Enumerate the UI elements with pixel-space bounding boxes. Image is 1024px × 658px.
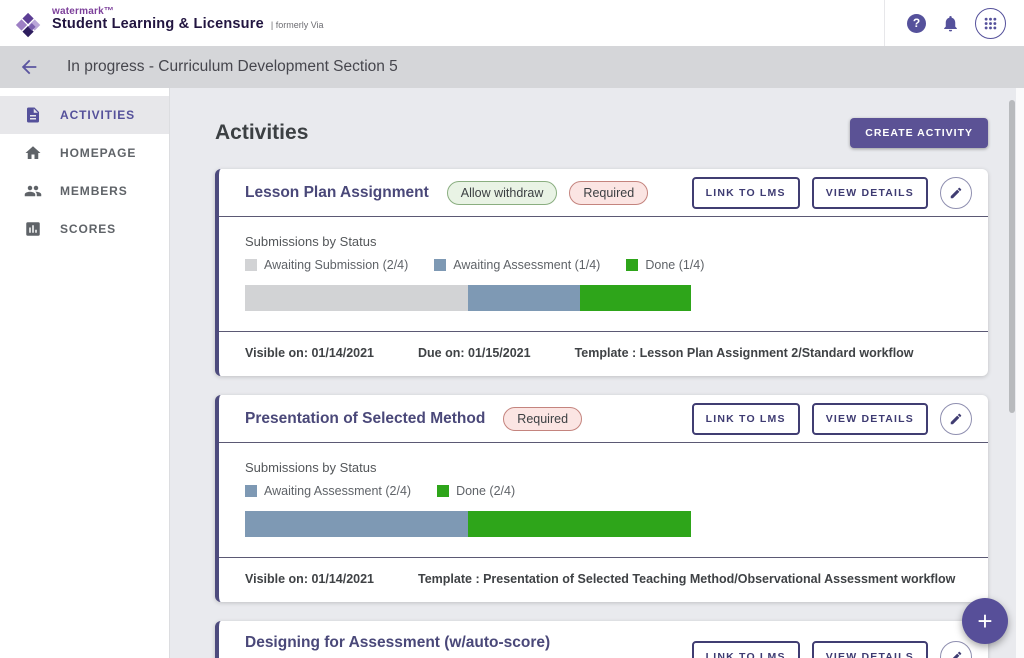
brand-product-title: Student Learning & Licensure: [52, 17, 264, 33]
scrollbar-track: [1016, 88, 1024, 658]
template-info: Template : Lesson Plan Assignment 2/Stan…: [575, 346, 914, 360]
sidebar-item-label: ACTIVITIES: [60, 108, 135, 122]
submissions-status-label: Submissions by Status: [245, 460, 962, 475]
card-footer: Visible on: 01/14/2021 Template : Presen…: [219, 558, 988, 602]
legend-item: Awaiting Assessment (2/4): [245, 484, 411, 498]
activity-card-presentation: Presentation of Selected Method Required…: [215, 395, 988, 602]
brand: watermark™ Student Learning & Licensure …: [0, 6, 324, 40]
activity-card-designing-assessment: Designing for Assessment (w/auto-score) …: [215, 621, 988, 658]
app-header: watermark™ Student Learning & Licensure …: [0, 0, 1024, 46]
legend-item: Awaiting Assessment (1/4): [434, 258, 600, 272]
pencil-icon: [949, 650, 963, 658]
brand-formerly-label: | formerly Via: [271, 21, 324, 31]
view-details-button[interactable]: VIEW DETAILS: [812, 641, 928, 658]
home-icon: [24, 144, 42, 162]
status-legend: Awaiting Submission (2/4) Awaiting Asses…: [245, 258, 962, 272]
brand-text: watermark™ Student Learning & Licensure …: [52, 6, 324, 33]
bar-segment-done: [580, 285, 692, 311]
bar-segment-awaiting-submission: [245, 285, 468, 311]
card-body: Submissions by Status Awaiting Assessmen…: [219, 443, 988, 558]
activities-icon: [24, 106, 42, 124]
activity-title: Lesson Plan Assignment: [245, 184, 429, 202]
scores-icon: [24, 220, 42, 238]
card-header: Designing for Assessment (w/auto-score) …: [219, 621, 988, 658]
edit-activity-button[interactable]: [940, 641, 972, 658]
pencil-icon: [949, 412, 963, 426]
sidebar-item-homepage[interactable]: HOMEPAGE: [0, 134, 169, 172]
link-to-lms-button[interactable]: LINK TO LMS: [692, 403, 800, 435]
sidebar-item-members[interactable]: MEMBERS: [0, 172, 169, 210]
breadcrumb-title: In progress - Curriculum Development Sec…: [67, 58, 398, 76]
legend-label: Done (2/4): [456, 484, 515, 498]
sidebar-item-label: HOMEPAGE: [60, 146, 136, 160]
legend-item: Done (2/4): [437, 484, 515, 498]
card-footer: Visible on: 01/14/2021 Due on: 01/15/202…: [219, 332, 988, 376]
main-content: Activities CREATE ACTIVITY Lesson Plan A…: [170, 88, 1024, 658]
view-details-button[interactable]: VIEW DETAILS: [812, 403, 928, 435]
submissions-progress-bar: [245, 285, 691, 311]
submissions-progress-bar: [245, 511, 691, 537]
legend-swatch: [434, 259, 446, 271]
legend-swatch: [245, 485, 257, 497]
legend-item: Awaiting Submission (2/4): [245, 258, 408, 272]
help-icon[interactable]: ?: [907, 14, 926, 33]
bar-segment-done: [468, 511, 691, 537]
legend-swatch: [245, 259, 257, 271]
status-legend: Awaiting Assessment (2/4) Done (2/4): [245, 484, 962, 498]
visible-on-date: Visible on: 01/14/2021: [245, 346, 374, 360]
link-to-lms-button[interactable]: LINK TO LMS: [692, 641, 800, 658]
breadcrumb-bar: In progress - Curriculum Development Sec…: [0, 46, 1024, 88]
sidebar: ACTIVITIES HOMEPAGE MEMBERS SCORES: [0, 88, 170, 658]
watermark-logo-icon: [14, 10, 44, 40]
card-header: Lesson Plan Assignment Allow withdraw Re…: [219, 169, 988, 217]
legend-label: Awaiting Submission (2/4): [264, 258, 408, 272]
link-to-lms-button[interactable]: LINK TO LMS: [692, 177, 800, 209]
submissions-status-label: Submissions by Status: [245, 234, 962, 249]
bar-segment-awaiting-assessment: [468, 285, 580, 311]
required-badge: Required: [569, 181, 648, 205]
due-on-date: Due on: 01/15/2021: [418, 346, 531, 360]
legend-item: Done (1/4): [626, 258, 704, 272]
create-activity-button[interactable]: CREATE ACTIVITY: [850, 118, 988, 148]
sidebar-item-activities[interactable]: ACTIVITIES: [0, 96, 169, 134]
back-arrow-icon[interactable]: [18, 56, 40, 78]
page-title: Activities: [215, 121, 308, 145]
sidebar-item-label: MEMBERS: [60, 184, 128, 198]
card-body: Submissions by Status Awaiting Submissio…: [219, 217, 988, 332]
view-details-button[interactable]: VIEW DETAILS: [812, 177, 928, 209]
edit-activity-button[interactable]: [940, 177, 972, 209]
template-info: Template : Presentation of Selected Teac…: [418, 572, 955, 586]
pencil-icon: [949, 186, 963, 200]
scrollbar-thumb[interactable]: [1009, 100, 1015, 413]
legend-swatch: [626, 259, 638, 271]
apps-grid-icon[interactable]: [975, 8, 1006, 39]
notifications-bell-icon[interactable]: [941, 14, 960, 33]
legend-swatch: [437, 485, 449, 497]
members-icon: [24, 182, 42, 200]
visible-on-date: Visible on: 01/14/2021: [245, 572, 374, 586]
activity-title: Designing for Assessment (w/auto-score): [245, 634, 550, 652]
required-badge: Required: [503, 407, 582, 431]
legend-label: Done (1/4): [645, 258, 704, 272]
allow-withdraw-badge: Allow withdraw: [447, 181, 558, 205]
sidebar-item-scores[interactable]: SCORES: [0, 210, 169, 248]
card-header: Presentation of Selected Method Required…: [219, 395, 988, 443]
activity-card-lesson-plan: Lesson Plan Assignment Allow withdraw Re…: [215, 169, 988, 376]
activity-title: Presentation of Selected Method: [245, 410, 485, 428]
legend-label: Awaiting Assessment (1/4): [453, 258, 600, 272]
sidebar-item-label: SCORES: [60, 222, 116, 236]
legend-label: Awaiting Assessment (2/4): [264, 484, 411, 498]
bar-segment-awaiting-assessment: [245, 511, 468, 537]
header-icons: ?: [884, 0, 1024, 46]
edit-activity-button[interactable]: [940, 403, 972, 435]
add-activity-fab[interactable]: +: [962, 598, 1008, 644]
